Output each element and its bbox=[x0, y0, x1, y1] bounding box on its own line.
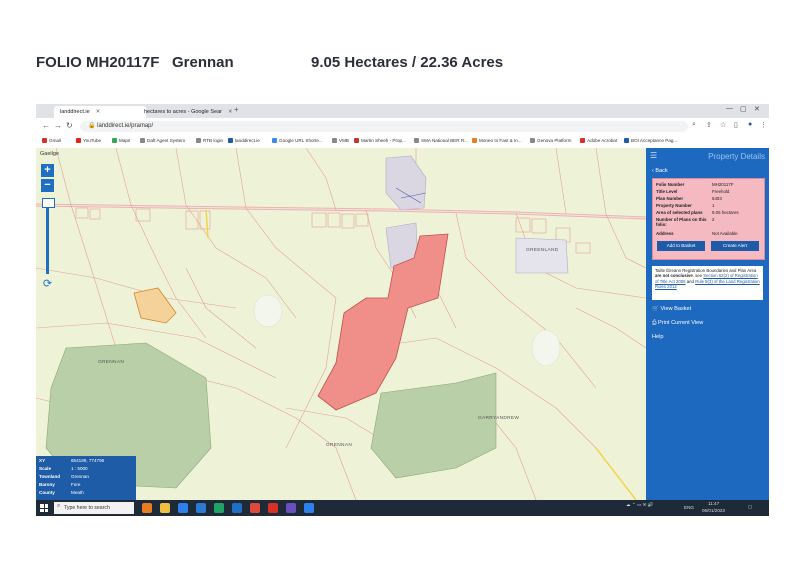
add-to-basket-button[interactable]: Add to Basket bbox=[657, 241, 705, 251]
share-icon[interactable]: ⇪ bbox=[706, 121, 712, 129]
edge-icon[interactable] bbox=[232, 503, 242, 513]
system-tray-icons[interactable]: ☁ ⌃ ▭ ✉ 🔊 bbox=[626, 502, 653, 508]
folio-number: FOLIO MH20117F bbox=[36, 54, 160, 71]
info-row: County Meath bbox=[39, 490, 84, 495]
zoom-slider-track[interactable] bbox=[46, 204, 49, 274]
url-field[interactable]: 🔒 landdirect.ie/pramap/ bbox=[80, 121, 688, 132]
more-menu-icon[interactable]: ⋮ bbox=[760, 121, 767, 129]
zoom-in-button[interactable]: + bbox=[41, 164, 54, 177]
boundaries-notice: Tailte Éireann Registration Boundaries a… bbox=[652, 266, 763, 300]
bookmark-youtube[interactable]: YouTube bbox=[76, 138, 101, 144]
tab-label: hectares to acres - Google Sear bbox=[144, 109, 222, 115]
profile-icon[interactable]: ● bbox=[748, 121, 752, 128]
close-window-icon[interactable]: ✕ bbox=[754, 105, 760, 113]
bookmark-boi[interactable]: BOI Acceptance Pag... bbox=[624, 138, 677, 144]
info-row: Townland Grennan bbox=[39, 474, 89, 479]
star-icon[interactable]: ☆ bbox=[720, 121, 726, 129]
bookmark-daft[interactable]: Daft Agent System bbox=[140, 138, 185, 144]
back-arrow-icon[interactable]: ← bbox=[42, 121, 50, 130]
acrobat-icon[interactable] bbox=[268, 503, 278, 513]
tab-bar: landdirect.ie ✕ hectares to acres - Googl… bbox=[36, 104, 769, 118]
search-icon[interactable]: ⌕ bbox=[692, 121, 696, 129]
language-toggle[interactable]: Gaeilge bbox=[40, 151, 59, 157]
bookmark-vmb[interactable]: VMB bbox=[332, 138, 349, 144]
chrome-icon[interactable] bbox=[250, 503, 260, 513]
outlook-icon[interactable] bbox=[178, 503, 188, 513]
lock-icon: 🔒 bbox=[88, 123, 98, 129]
reload-icon[interactable]: ↻ bbox=[66, 121, 73, 130]
maximize-icon[interactable]: ▢ bbox=[740, 105, 747, 113]
tab-landdirect[interactable]: landdirect.ie ✕ bbox=[54, 106, 146, 118]
print-view-link[interactable]: ⎙ Print Current View bbox=[652, 320, 703, 327]
clock-time[interactable]: 11:47 bbox=[708, 501, 719, 506]
bookmark-seai[interactable]: SMA National BER R... bbox=[414, 138, 468, 144]
townland-name: Grennan bbox=[172, 54, 234, 71]
new-tab-button[interactable]: + bbox=[234, 105, 239, 114]
back-link[interactable]: ‹ Back bbox=[652, 168, 668, 174]
screenshot-frame: landdirect.ie ✕ hectares to acres - Googl… bbox=[36, 104, 769, 516]
townland-label: GRENNAN bbox=[326, 443, 353, 448]
townland-label: GRENNAN bbox=[98, 360, 125, 365]
info-row: Scale 1 : 5000 bbox=[39, 466, 88, 471]
taskbar: Type here to search ⌕ ☁ ⌃ ▭ ✉ 🔊 ENG 11:4… bbox=[36, 500, 769, 516]
bookmark-martin-sheehy[interactable]: Martin Sheeh - Prop... bbox=[354, 138, 406, 144]
bookmark-landdirect[interactable]: landdirect.ie bbox=[228, 138, 260, 144]
search-icon: ⌕ bbox=[57, 503, 61, 509]
language-indicator[interactable]: ENG bbox=[684, 505, 694, 510]
tab-google-search[interactable]: hectares to acres - Google Sear ✕ bbox=[138, 106, 240, 118]
map-view[interactable]: Gaeilge + − ⟳ GRENNAN GRENNAN GARRYANDRE… bbox=[36, 148, 646, 500]
windows-start-icon[interactable] bbox=[40, 504, 48, 512]
excel-icon[interactable] bbox=[214, 503, 224, 513]
clock-date[interactable]: 06/01/2023 bbox=[702, 508, 725, 513]
bookmark-rtb[interactable]: RTB login bbox=[196, 138, 223, 144]
info-row: Barony Fore bbox=[39, 482, 81, 487]
bookmark-adobe[interactable]: Adobe Acrobat bbox=[580, 138, 617, 144]
page-header: FOLIO MH20117F Grennan 9.05 Hectares / 2… bbox=[36, 54, 756, 78]
zoom-slider-handle[interactable] bbox=[42, 198, 55, 208]
word-icon[interactable] bbox=[196, 503, 206, 513]
file-explorer-icon[interactable] bbox=[160, 503, 170, 513]
property-details-panel: ☰ Property Details ‹ Back Folio Number MH… bbox=[646, 148, 769, 500]
zoom-out-button[interactable]: − bbox=[41, 179, 54, 192]
refresh-icon[interactable]: ⟳ bbox=[41, 278, 54, 291]
bookmark-url-shortener[interactable]: Google URL Shorte... bbox=[272, 138, 323, 144]
basket-icon: 🛒 bbox=[652, 306, 661, 312]
teams-icon[interactable] bbox=[286, 503, 296, 513]
area-summary: 9.05 Hectares / 22.36 Acres bbox=[311, 54, 504, 71]
townland-label: GARRYANDREW bbox=[478, 416, 520, 421]
location-info-box: XY 654189, 774796 Scale 1 : 5000 Townland G… bbox=[36, 456, 136, 500]
minimize-icon[interactable]: — bbox=[726, 105, 733, 112]
info-row: XY 654189, 774796 bbox=[39, 458, 105, 463]
address-bar-row: ← → ↻ 🔒 landdirect.ie/pramap/ ⌕ ⇪ ☆ ▯ ● … bbox=[36, 118, 769, 136]
sidebar-icon[interactable]: ▯ bbox=[734, 121, 738, 129]
forward-arrow-icon[interactable]: → bbox=[54, 121, 62, 130]
bookmark-moneo[interactable]: Moneo to Fast & In... bbox=[472, 138, 522, 144]
close-icon[interactable]: ✕ bbox=[228, 109, 233, 115]
panel-title: Property Details bbox=[708, 152, 765, 161]
taskbar-app-icon[interactable] bbox=[142, 503, 152, 513]
close-icon[interactable]: ✕ bbox=[96, 109, 101, 115]
url-text: landdirect.ie/pramap/ bbox=[97, 123, 154, 129]
create-alert-button[interactable]: Create Alert bbox=[711, 241, 759, 251]
help-link[interactable]: Help bbox=[652, 334, 664, 340]
view-basket-link[interactable]: 🛒 View Basket bbox=[652, 306, 691, 312]
menu-icon[interactable]: ☰ bbox=[650, 151, 657, 160]
taskbar-search-input[interactable]: Type here to search bbox=[54, 502, 134, 514]
app-icon[interactable] bbox=[304, 503, 314, 513]
bookmark-maps[interactable]: Maps bbox=[112, 138, 130, 144]
notifications-icon[interactable]: ▢ bbox=[748, 504, 752, 510]
bookmark-gmail[interactable]: Gmail bbox=[42, 138, 61, 144]
property-details-table: Folio Number MH20117F Title Level Freehold… bbox=[652, 178, 765, 260]
townland-label: GREENLAND bbox=[526, 248, 559, 253]
tab-label: landdirect.ie bbox=[60, 109, 90, 115]
bookmark-genova[interactable]: Genova Platform bbox=[530, 138, 571, 144]
